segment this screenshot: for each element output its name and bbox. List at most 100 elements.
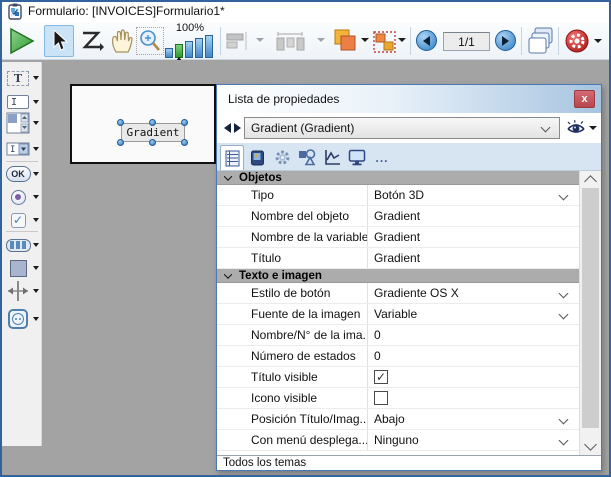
sidebar-separator xyxy=(6,231,38,232)
tab-display[interactable] xyxy=(345,145,369,170)
sidebar-item-listbox[interactable] xyxy=(2,113,42,137)
panel-titlebar[interactable]: Lista de propiedades xyxy=(217,85,601,113)
property-value[interactable]: ✓ xyxy=(368,367,579,387)
property-value[interactable]: Gradiente OS X xyxy=(368,283,579,303)
sidebar-item-text[interactable]: T xyxy=(2,68,42,88)
property-value[interactable] xyxy=(368,388,579,408)
radio-tool-dropdown-icon[interactable] xyxy=(33,195,39,199)
page-indicator-field[interactable]: 1/1 xyxy=(443,32,490,51)
property-value[interactable]: Variable xyxy=(368,304,579,324)
property-value[interactable]: Ninguno xyxy=(368,430,579,450)
zoom-bar-3[interactable] xyxy=(185,41,193,58)
tab-options[interactable] xyxy=(270,145,294,170)
view-options-eye-icon[interactable] xyxy=(566,120,586,135)
execute-form-button[interactable] xyxy=(8,27,36,55)
toolbar-separator xyxy=(410,27,411,55)
sidebar-item-combobox[interactable]: I xyxy=(2,139,42,159)
form-pages-button[interactable] xyxy=(526,26,556,56)
selection-handle[interactable] xyxy=(149,119,156,126)
plugin-tool-dropdown-icon[interactable] xyxy=(33,317,39,321)
object-selector-combobox[interactable]: Gradient (Gradient) xyxy=(244,117,560,139)
property-label: Título visible xyxy=(217,367,368,387)
selection-handle[interactable] xyxy=(149,139,156,146)
next-object-icon[interactable] xyxy=(234,123,241,133)
distribute-icon xyxy=(274,30,310,52)
selection-tool-button[interactable] xyxy=(44,25,74,57)
sidebar-item-rectangle[interactable] xyxy=(2,258,42,278)
section-title: Objetos xyxy=(239,172,282,184)
tab-property-list[interactable] xyxy=(220,145,244,170)
tab-control-dropdown-icon[interactable] xyxy=(33,243,39,247)
dropdown-chevron-icon[interactable] xyxy=(559,310,569,320)
selection-handle[interactable] xyxy=(181,139,188,146)
property-value[interactable]: Botón 3D xyxy=(368,185,579,205)
sidebar-item-button[interactable]: OK xyxy=(2,164,42,184)
tab-more[interactable]: ... xyxy=(370,145,394,170)
zoom-bars[interactable] xyxy=(165,35,215,58)
sidebar-item-radio[interactable] xyxy=(2,187,42,207)
property-value[interactable]: 0 xyxy=(368,325,579,345)
run-settings-dropdown-icon[interactable] xyxy=(594,39,602,43)
zoom-bar-5[interactable] xyxy=(205,35,213,58)
checkbox-tool-dropdown-icon[interactable] xyxy=(33,218,39,222)
move-tool-button[interactable] xyxy=(108,27,136,55)
group-dropdown-icon[interactable] xyxy=(398,38,406,42)
text-tool-dropdown-icon[interactable] xyxy=(33,76,39,80)
dropdown-chevron-icon[interactable] xyxy=(559,436,569,446)
tab-events[interactable] xyxy=(320,145,344,170)
sidebar-item-splitter[interactable] xyxy=(2,281,42,305)
tab-data[interactable] xyxy=(245,145,269,170)
value-text: Gradient xyxy=(374,209,420,223)
zoom-bar-1[interactable] xyxy=(165,48,173,58)
zoom-bar-current[interactable] xyxy=(175,44,183,58)
checkbox-unchecked[interactable] xyxy=(374,391,388,405)
sidebar-item-input[interactable]: I xyxy=(2,92,42,112)
section-header[interactable]: Texto e imagen xyxy=(217,269,579,283)
section-header[interactable]: Objetos xyxy=(217,171,579,185)
button-tool-dropdown-icon[interactable] xyxy=(33,172,39,176)
property-value[interactable]: Gradient xyxy=(368,227,579,247)
sidebar-item-plugin[interactable] xyxy=(2,309,42,333)
property-value[interactable]: 0 xyxy=(368,346,579,366)
combobox-tool-dropdown-icon[interactable] xyxy=(33,147,39,151)
rectangle-tool-dropdown-icon[interactable] xyxy=(33,266,39,270)
next-page-button[interactable] xyxy=(495,30,516,51)
entry-order-tool-button[interactable] xyxy=(79,28,105,54)
dropdown-chevron-icon[interactable] xyxy=(559,289,569,299)
panel-status-bar: Todos los temas xyxy=(217,455,601,470)
panel-scrollbar[interactable] xyxy=(579,171,601,455)
level-dropdown-icon[interactable] xyxy=(361,38,369,42)
dropdown-chevron-icon[interactable] xyxy=(559,191,569,201)
input-tool-dropdown-icon[interactable] xyxy=(33,100,39,104)
property-value[interactable]: Abajo xyxy=(368,409,579,429)
checkbox-checked[interactable]: ✓ xyxy=(374,370,388,384)
value-text: Gradiente OS X xyxy=(374,286,459,300)
level-tool-button[interactable] xyxy=(331,28,359,54)
zoom-tool-button[interactable] xyxy=(136,27,164,55)
sidebar-item-checkbox[interactable]: ✓ xyxy=(2,210,42,230)
property-value[interactable]: Gradient xyxy=(368,248,579,268)
group-tool-button[interactable] xyxy=(372,30,398,54)
property-row: TipoBotón 3D xyxy=(217,185,579,206)
eye-dropdown-icon[interactable] xyxy=(589,126,597,130)
scroll-up-icon[interactable] xyxy=(584,175,597,188)
sidebar-item-tab-control[interactable] xyxy=(2,235,42,255)
listbox-tool-dropdown-icon[interactable] xyxy=(33,121,39,125)
previous-page-button[interactable] xyxy=(416,30,437,51)
splitter-tool-dropdown-icon[interactable] xyxy=(33,289,39,293)
tab-coordinates[interactable] xyxy=(295,145,319,170)
selection-handle[interactable] xyxy=(117,119,124,126)
svg-text:I: I xyxy=(10,145,15,155)
selection-handle[interactable] xyxy=(181,119,188,126)
selection-handle[interactable] xyxy=(117,139,124,146)
scroll-down-icon[interactable] xyxy=(584,438,597,451)
dropdown-chevron-icon[interactable] xyxy=(559,415,569,425)
run-settings-button[interactable] xyxy=(564,28,590,54)
previous-object-icon[interactable] xyxy=(224,123,231,133)
monitor-tab-icon xyxy=(348,149,366,166)
panel-close-button[interactable]: x xyxy=(574,90,595,108)
sidebar-separator xyxy=(6,161,38,162)
property-value[interactable]: Gradient xyxy=(368,206,579,226)
scrollbar-thumb[interactable] xyxy=(582,188,599,428)
zoom-bar-4[interactable] xyxy=(195,38,203,58)
